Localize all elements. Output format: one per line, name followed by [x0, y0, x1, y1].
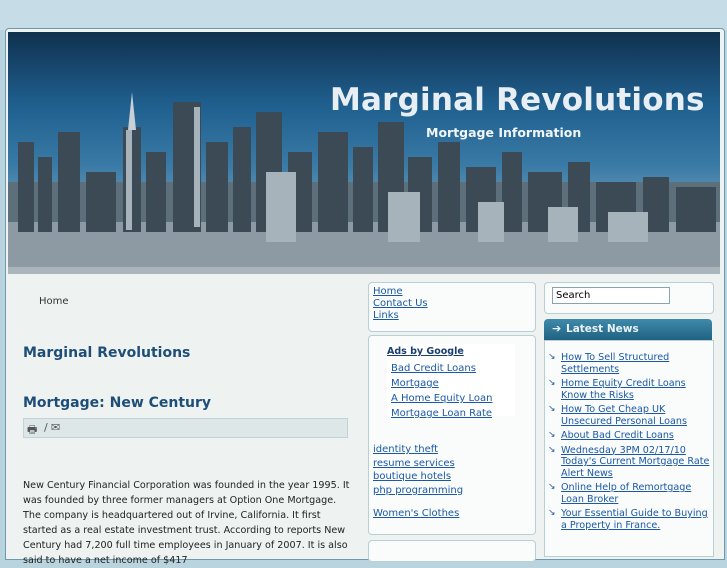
ad-link[interactable]: Mortgage	[387, 376, 515, 391]
latest-news-title: Latest News	[566, 323, 639, 335]
ad-link[interactable]: Mortgage Loan Rate	[387, 406, 515, 421]
site-subtitle: Mortgage Information	[426, 125, 582, 140]
nav-links-link[interactable]: Links	[373, 310, 535, 321]
email-icon[interactable]: ✉	[51, 421, 60, 434]
link-boutique-hotels[interactable]: boutique hotels	[373, 470, 463, 484]
arrow-icon: ↘	[548, 482, 556, 492]
arrow-right-icon: ➔	[552, 322, 562, 335]
arrow-icon: ↘	[548, 352, 556, 362]
news-link[interactable]: How To Get Cheap UK Unsecured Personal L…	[561, 404, 712, 427]
site-heading: Marginal Revolutions	[23, 345, 191, 361]
toolbar-separator: /	[44, 421, 48, 434]
news-list: ↘ How To Sell Structured Settlements ↘ Hom…	[548, 352, 712, 534]
latest-news-header: ➔ Latest News	[544, 319, 712, 341]
news-link[interactable]: Online Help of Remortgage Loan Broker	[561, 482, 712, 505]
nav-contact-link[interactable]: Contact Us	[373, 298, 535, 309]
city-skyline-image	[8, 92, 720, 274]
news-link[interactable]: How To Sell Structured Settlements	[561, 352, 712, 375]
arrow-icon: ↘	[548, 444, 556, 455]
post-title: Mortgage: New Century	[23, 395, 212, 411]
news-link[interactable]: About Bad Credit Loans	[561, 430, 712, 442]
arrow-icon: ↘	[548, 508, 556, 518]
ad-link[interactable]: Bad Credit Loans	[387, 361, 515, 376]
news-item: ↘ Wednesday 3PM 02/17/10 Today's Current …	[548, 445, 712, 480]
top-bar	[0, 0, 727, 30]
news-item: ↘ How To Sell Structured Settlements	[548, 352, 712, 375]
sidebar-box-bottom	[368, 540, 536, 562]
news-link[interactable]: Your Essential Guide to Buying a Propert…	[561, 508, 712, 531]
news-item: ↘ How To Get Cheap UK Unsecured Personal …	[548, 404, 712, 427]
link-identity-theft[interactable]: identity theft	[373, 443, 463, 457]
arrow-icon: ↘	[548, 404, 556, 414]
nav-box: Home Contact Us Links	[368, 282, 536, 332]
post-body: New Century Financial Corporation was fo…	[23, 480, 350, 566]
main-content: Home Marginal Revolutions Mortgage: New …	[10, 278, 360, 566]
post-toolbar: 🖶 / ✉	[23, 418, 348, 438]
breadcrumb-home[interactable]: Home	[39, 296, 69, 307]
arrow-icon: ↘	[548, 430, 556, 440]
link-resume-services[interactable]: resume services	[373, 457, 463, 471]
news-item: ↘ Your Essential Guide to Buying a Proper…	[548, 508, 712, 531]
news-item: ↘ About Bad Credit Loans	[548, 430, 712, 442]
search-input[interactable]	[552, 287, 670, 304]
link-php-programming[interactable]: php programming	[373, 484, 463, 498]
ads-box: Ads by Google Bad Credit Loans Mortgage …	[368, 335, 536, 535]
news-link[interactable]: Wednesday 3PM 02/17/10 Today's Current M…	[561, 445, 712, 480]
site-title: Marginal Revolutions	[330, 82, 705, 118]
news-item: ↘ Online Help of Remortgage Loan Broker	[548, 482, 712, 505]
arrow-icon: ↘	[548, 378, 556, 388]
header-banner: Marginal Revolutions Mortgage Informatio…	[8, 32, 720, 274]
link-womens-clothes[interactable]: Women's Clothes	[373, 507, 463, 521]
news-link[interactable]: Home Equity Credit Loans Know the Risks	[561, 378, 712, 401]
nav-home-link[interactable]: Home	[373, 286, 535, 297]
print-icon[interactable]: 🖶	[27, 421, 37, 440]
google-ads: Ads by Google Bad Credit Loans Mortgage …	[387, 344, 515, 419]
news-item: ↘ Home Equity Credit Loans Know the Risks	[548, 378, 712, 401]
ads-title[interactable]: Ads by Google	[387, 344, 515, 361]
ad-link[interactable]: A Home Equity Loan	[387, 391, 515, 406]
